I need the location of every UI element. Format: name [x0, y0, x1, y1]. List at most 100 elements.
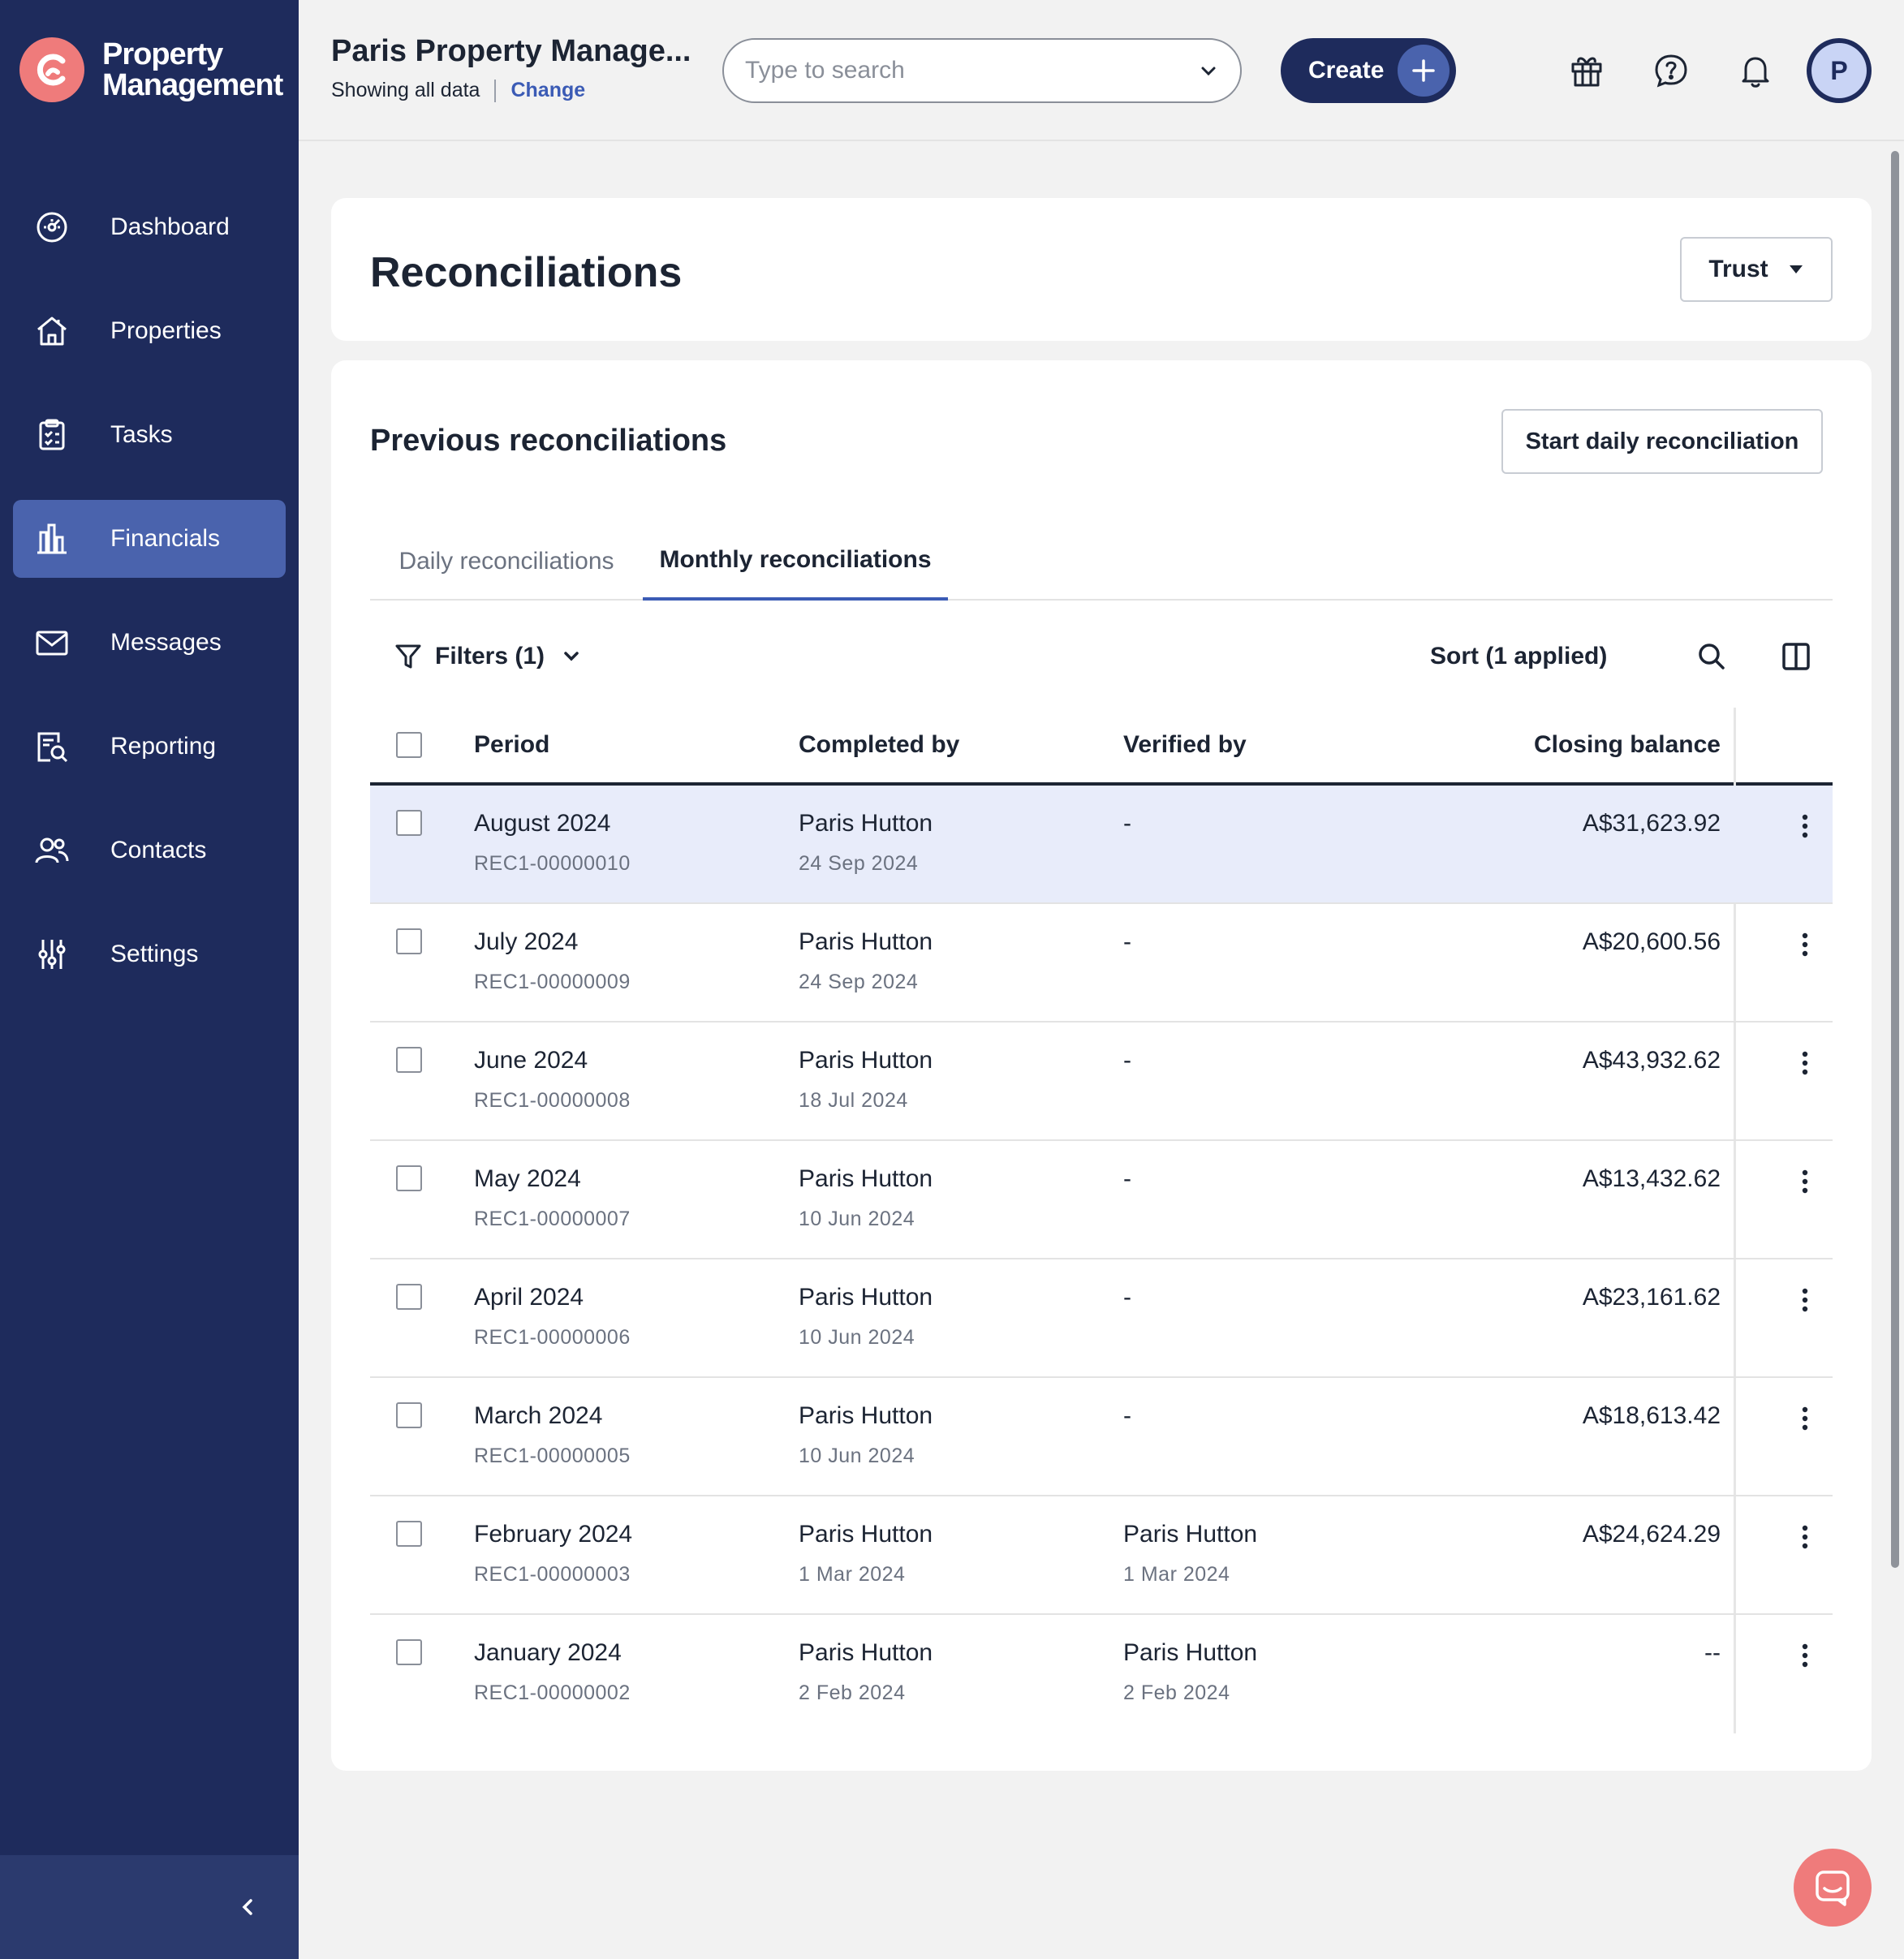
table-row[interactable]: March 2024 REC1-00000005 Paris Hutton 10 Ju…: [370, 1378, 1833, 1496]
tab-monthly-reconciliations[interactable]: Monthly reconciliations: [643, 523, 948, 601]
change-link[interactable]: Change: [510, 79, 585, 102]
bell-icon[interactable]: [1735, 50, 1776, 91]
period[interactable]: January 2024: [474, 1639, 622, 1667]
table-row[interactable]: June 2024 REC1-00000008 Paris Hutton 18 Jul…: [370, 1023, 1833, 1141]
table-row[interactable]: August 2024 REC1-00000010 Paris Hutton 24 S…: [370, 786, 1833, 904]
row-checkbox[interactable]: [396, 1639, 422, 1665]
row-checkbox[interactable]: [396, 1165, 422, 1191]
period[interactable]: July 2024: [474, 928, 578, 956]
table-body: August 2024 REC1-00000010 Paris Hutton 24 S…: [370, 708, 1833, 1733]
closing-balance: A$43,932.62: [1582, 1047, 1721, 1074]
more-actions-icon[interactable]: [1795, 1284, 1815, 1316]
period[interactable]: February 2024: [474, 1521, 632, 1548]
search-box[interactable]: [722, 38, 1242, 103]
start-daily-reconciliation-button[interactable]: Start daily reconciliation: [1501, 409, 1823, 474]
sidebar-item-messages[interactable]: Messages: [13, 604, 286, 682]
table-row[interactable]: May 2024 REC1-00000007 Paris Hutton 10 Jun …: [370, 1141, 1833, 1259]
sort-button[interactable]: Sort (1 applied): [1430, 628, 1607, 685]
verified-by: -: [1123, 1402, 1131, 1429]
column-header-period[interactable]: Period: [474, 708, 549, 782]
showing-text: Showing all data: [331, 79, 480, 101]
brand[interactable]: Property Management: [19, 37, 283, 102]
avatar[interactable]: P: [1807, 38, 1872, 103]
columns-icon[interactable]: [1776, 636, 1816, 677]
row-checkbox[interactable]: [396, 1402, 422, 1428]
row-checkbox[interactable]: [396, 1047, 422, 1073]
completed-by: Paris Hutton: [799, 928, 933, 955]
completed-date: 24 Sep 2024: [799, 971, 919, 993]
sidebar-item-financials[interactable]: Financials: [13, 500, 286, 578]
row-checkbox[interactable]: [396, 928, 422, 954]
completed-date: 18 Jul 2024: [799, 1089, 908, 1112]
table-row[interactable]: July 2024 REC1-00000009 Paris Hutton 24 Sep…: [370, 904, 1833, 1023]
sidebar-item-contacts[interactable]: Contacts: [13, 812, 286, 889]
reference-id: REC1-00000005: [474, 1444, 631, 1467]
create-button[interactable]: Create: [1281, 38, 1456, 103]
reference-id: REC1-00000007: [474, 1208, 631, 1230]
closing-balance: A$13,432.62: [1582, 1165, 1721, 1192]
closing-balance: A$23,161.62: [1582, 1284, 1721, 1311]
filters-button[interactable]: Filters (1): [394, 628, 582, 685]
help-icon[interactable]: [1651, 50, 1691, 91]
section-title: Previous reconciliations: [370, 424, 727, 458]
verified-by: -: [1123, 1165, 1131, 1192]
row-checkbox[interactable]: [396, 1521, 422, 1547]
more-actions-icon[interactable]: [1795, 1165, 1815, 1198]
chevron-left-icon[interactable]: [235, 1895, 260, 1919]
completed-date: 10 Jun 2024: [799, 1444, 915, 1467]
column-header-verified-by[interactable]: Verified by: [1123, 708, 1247, 782]
completed-by: Paris Hutton: [799, 810, 933, 837]
more-actions-icon[interactable]: [1795, 1639, 1815, 1672]
closing-balance: A$24,624.29: [1582, 1521, 1721, 1548]
sliders-icon: [34, 936, 70, 972]
people-icon: [34, 833, 70, 868]
sidebar-item-dashboard[interactable]: Dashboard: [13, 188, 286, 266]
closing-balance: A$18,613.42: [1582, 1402, 1721, 1429]
verified-by: -: [1123, 1284, 1131, 1311]
column-header-closing-balance[interactable]: Closing balance: [1534, 708, 1721, 782]
reconciliations-card: Previous reconciliations Start daily rec…: [331, 360, 1872, 1771]
more-actions-icon[interactable]: [1795, 1402, 1815, 1435]
page-header-card: Reconciliations Trust: [331, 198, 1872, 341]
sidebar-item-properties[interactable]: Properties: [13, 292, 286, 370]
more-actions-icon[interactable]: [1795, 928, 1815, 961]
sidebar-item-settings[interactable]: Settings: [13, 915, 286, 993]
report-search-icon: [34, 729, 70, 764]
period[interactable]: June 2024: [474, 1047, 588, 1074]
chat-button[interactable]: [1794, 1849, 1872, 1927]
table-row[interactable]: February 2024 REC1-00000003 Paris Hutton 1 …: [370, 1496, 1833, 1615]
sidebar-item-label: Reporting: [110, 733, 217, 760]
more-actions-icon[interactable]: [1795, 810, 1815, 842]
row-checkbox[interactable]: [396, 1284, 422, 1310]
more-actions-icon[interactable]: [1795, 1047, 1815, 1079]
search-input[interactable]: [745, 57, 1198, 84]
sidebar-item-reporting[interactable]: Reporting: [13, 708, 286, 786]
completed-date: 1 Mar 2024: [799, 1563, 906, 1586]
scrollbar[interactable]: [1891, 151, 1899, 1568]
period[interactable]: May 2024: [474, 1165, 581, 1193]
gift-icon[interactable]: [1566, 50, 1607, 91]
sidebar-footer: [0, 1855, 299, 1959]
completed-by: Paris Hutton: [799, 1284, 933, 1311]
chevron-down-icon: [561, 646, 582, 667]
period[interactable]: August 2024: [474, 810, 610, 837]
sidebar-item-label: Tasks: [110, 421, 173, 448]
completed-by: Paris Hutton: [799, 1165, 933, 1192]
column-header-completed-by[interactable]: Completed by: [799, 708, 959, 782]
sidebar-item-tasks[interactable]: Tasks: [13, 396, 286, 474]
row-checkbox[interactable]: [396, 810, 422, 836]
table-row[interactable]: January 2024 REC1-00000002 Paris Hutton 2 F…: [370, 1615, 1833, 1733]
table-row[interactable]: April 2024 REC1-00000006 Paris Hutton 10 Ju…: [370, 1259, 1833, 1378]
search-icon[interactable]: [1691, 636, 1732, 677]
period[interactable]: April 2024: [474, 1284, 584, 1311]
more-actions-icon[interactable]: [1795, 1521, 1815, 1553]
select-all-checkbox[interactable]: [396, 732, 422, 758]
reference-id: REC1-00000003: [474, 1563, 631, 1586]
page-title: Reconciliations: [370, 249, 683, 296]
tab-daily-reconciliations[interactable]: Daily reconciliations: [370, 523, 643, 601]
period[interactable]: March 2024: [474, 1402, 602, 1430]
org-switcher: Paris Property Manage... Showing all dat…: [331, 34, 691, 102]
trust-dropdown[interactable]: Trust: [1680, 237, 1833, 302]
closing-balance: A$31,623.92: [1582, 810, 1721, 837]
chevron-down-icon[interactable]: [1198, 60, 1219, 81]
